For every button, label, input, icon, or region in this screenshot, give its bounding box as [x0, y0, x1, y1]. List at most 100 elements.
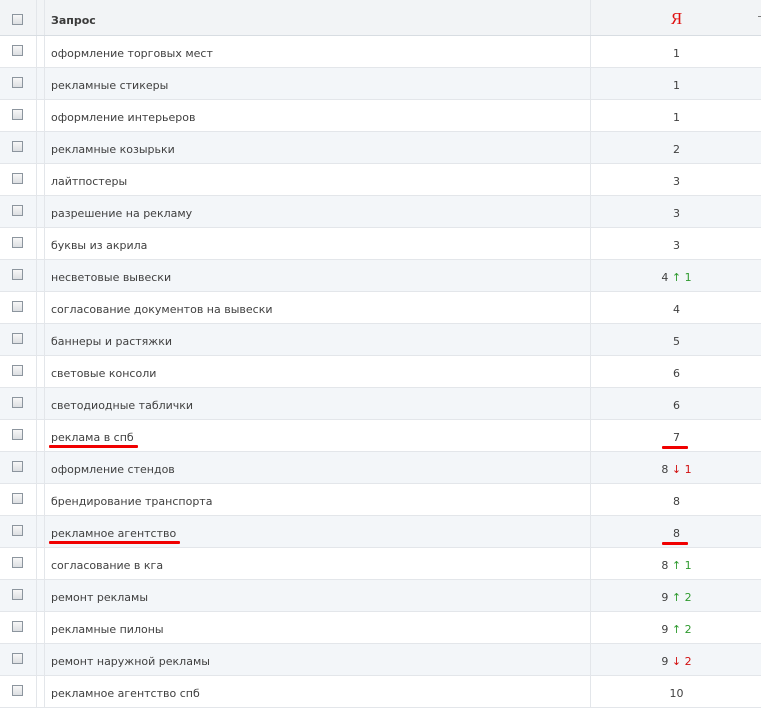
query-text: оформление стендов	[51, 463, 175, 476]
position-value-group: 8 ↓ 1	[591, 463, 761, 476]
query-text: несветовые вывески	[51, 271, 172, 284]
table-row[interactable]: рекламное агентство спб 10	[0, 676, 761, 708]
yandex-position-cell: 3	[590, 228, 761, 259]
row-checkbox[interactable]	[12, 461, 23, 472]
position-number: 9	[661, 655, 669, 668]
query-cell: ремонт рекламы	[44, 580, 590, 611]
query-text: лайтпостеры	[51, 175, 128, 188]
select-all-checkbox[interactable]	[12, 14, 23, 25]
position-change: 2	[684, 655, 692, 668]
position-value-group: 9 ↓ 2	[591, 655, 761, 668]
row-checkbox[interactable]	[12, 589, 23, 600]
row-checkbox[interactable]	[12, 429, 23, 440]
row-checkbox[interactable]	[12, 365, 23, 376]
table-row[interactable]: лайтпостеры 3	[0, 164, 761, 196]
table-row[interactable]: баннеры и растяжки 5	[0, 324, 761, 356]
table-row[interactable]: брендирование транспорта 8	[0, 484, 761, 516]
row-checkbox-cell	[0, 356, 37, 387]
table-row[interactable]: оформление торговых мест 1	[0, 36, 761, 68]
row-checkbox-cell	[0, 292, 37, 323]
row-checkbox[interactable]	[12, 45, 23, 56]
row-checkbox[interactable]	[12, 141, 23, 152]
position-value-group: 3	[591, 207, 761, 220]
table-row[interactable]: оформление интерьеров 1	[0, 100, 761, 132]
yandex-position-cell: 8	[590, 484, 761, 515]
position-value-group: 3	[591, 175, 761, 188]
row-checkbox[interactable]	[12, 109, 23, 120]
row-checkbox-cell	[0, 132, 37, 163]
arrow-up-icon: ↑	[671, 623, 682, 636]
table-row[interactable]: согласование в кга 8 ↑ 1	[0, 548, 761, 580]
row-checkbox[interactable]	[12, 557, 23, 568]
table-row[interactable]: оформление стендов 8 ↓ 1	[0, 452, 761, 484]
position-number: 8	[661, 559, 669, 572]
row-checkbox-cell	[0, 612, 37, 643]
row-checkbox[interactable]	[12, 333, 23, 344]
table-row[interactable]: световые консоли 6	[0, 356, 761, 388]
table-row[interactable]: ремонт наружной рекламы 9 ↓ 2	[0, 644, 761, 676]
table-row[interactable]: разрешение на рекламу 3	[0, 196, 761, 228]
query-cell: разрешение на рекламу	[44, 196, 590, 227]
table-row[interactable]: светодиодные таблички 6	[0, 388, 761, 420]
yandex-position-cell: 9 ↑ 2	[590, 580, 761, 611]
table-row[interactable]: реклама в спб 7	[0, 420, 761, 452]
table-row[interactable]: рекламные стикеры 1	[0, 68, 761, 100]
table-row[interactable]: рекламные козырьки 2	[0, 132, 761, 164]
row-checkbox[interactable]	[12, 493, 23, 504]
row-checkbox-cell	[0, 100, 37, 131]
position-number: 3	[673, 207, 680, 220]
position-number: 8	[673, 495, 680, 508]
query-column-header[interactable]: Запрос	[44, 0, 590, 35]
table-row[interactable]: ремонт рекламы 9 ↑ 2	[0, 580, 761, 612]
query-cell: рекламное агентство спб	[44, 676, 590, 707]
row-checkbox[interactable]	[12, 269, 23, 280]
yandex-position-cell: 8 ↓ 1	[590, 452, 761, 483]
query-text: рекламные козырьки	[51, 143, 175, 156]
yandex-position-cell: 6	[590, 356, 761, 387]
row-checkbox[interactable]	[12, 77, 23, 88]
query-text: согласование документов на вывески	[51, 303, 273, 316]
row-checkbox[interactable]	[12, 301, 23, 312]
row-checkbox[interactable]	[12, 397, 23, 408]
position-value-group: 5	[591, 335, 761, 348]
table-header: Запрос Я	[0, 0, 761, 36]
row-checkbox[interactable]	[12, 685, 23, 696]
yandex-position-cell: 6	[590, 388, 761, 419]
row-checkbox-cell	[0, 644, 37, 675]
position-value-group: 6	[591, 367, 761, 380]
query-text: светодиодные таблички	[51, 399, 194, 412]
row-checkbox[interactable]	[12, 525, 23, 536]
query-cell: оформление торговых мест	[44, 36, 590, 67]
row-checkbox[interactable]	[12, 205, 23, 216]
query-cell: баннеры и растяжки	[44, 324, 590, 355]
query-text: разрешение на рекламу	[51, 207, 193, 220]
query-cell: несветовые вывески	[44, 260, 590, 291]
yandex-logo-icon: Я	[670, 9, 683, 28]
table-row[interactable]: рекламные пилоны 9 ↑ 2	[0, 612, 761, 644]
query-text: оформление интерьеров	[51, 111, 196, 124]
row-checkbox[interactable]	[12, 173, 23, 184]
position-number: 1	[673, 111, 680, 124]
row-checkbox-cell	[0, 196, 37, 227]
query-cell: рекламные стикеры	[44, 68, 590, 99]
position-number: 7	[673, 431, 680, 444]
row-checkbox[interactable]	[12, 621, 23, 632]
position-value-group: 9 ↑ 2	[591, 591, 761, 604]
row-checkbox[interactable]	[12, 237, 23, 248]
table-row[interactable]: буквы из акрила 3	[0, 228, 761, 260]
position-value-group: 1	[591, 79, 761, 92]
position-number: 3	[673, 239, 680, 252]
query-text: брендирование транспорта	[51, 495, 213, 508]
query-cell: оформление стендов	[44, 452, 590, 483]
arrow-down-icon: ↓	[671, 655, 682, 668]
table-row[interactable]: рекламное агентство 8	[0, 516, 761, 548]
yandex-column-header[interactable]: Я	[590, 0, 761, 35]
yandex-position-cell: 1	[590, 36, 761, 67]
row-checkbox[interactable]	[12, 653, 23, 664]
table-row[interactable]: согласование документов на вывески 4	[0, 292, 761, 324]
position-value-group: 4 ↑ 1	[591, 271, 761, 284]
query-text: ремонт наружной рекламы	[51, 655, 210, 668]
query-text: оформление торговых мест	[51, 47, 213, 60]
rankings-table: Запрос Я оформление торговых мест 1 реклам…	[0, 0, 761, 708]
table-row[interactable]: несветовые вывески 4 ↑ 1	[0, 260, 761, 292]
